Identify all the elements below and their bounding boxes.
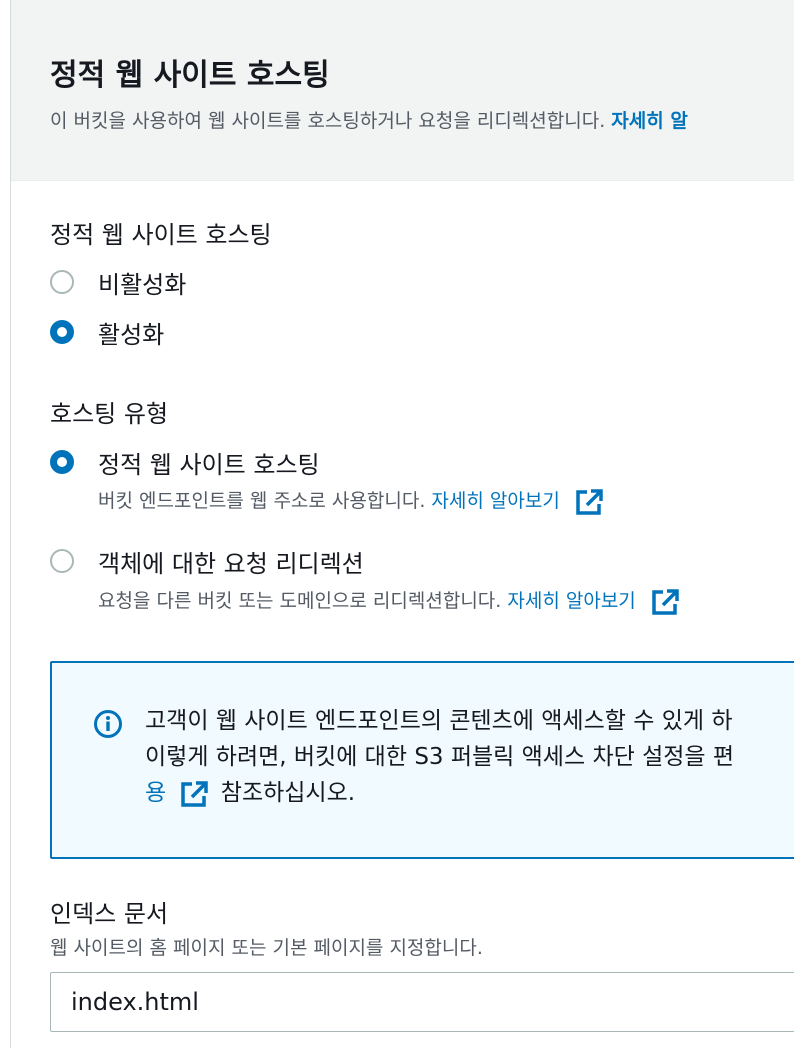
- external-link-icon[interactable]: [179, 780, 209, 808]
- radio-enable-label[interactable]: 활성화: [98, 315, 164, 350]
- index-document-input[interactable]: [50, 972, 794, 1032]
- radio-disable-label[interactable]: 비활성화: [98, 265, 186, 300]
- radio-disable[interactable]: [50, 270, 74, 294]
- radio-redirect-requests-label[interactable]: 객체에 대한 요청 리디렉션: [98, 544, 364, 579]
- header-description: 이 버킷을 사용하여 웹 사이트를 호스팅하거나 요청을 리디렉션합니다. 자세…: [50, 106, 688, 133]
- panel-header: 정적 웹 사이트 호스팅 이 버킷을 사용하여 웹 사이트를 호스팅하거나 요청…: [11, 0, 794, 181]
- static-hosting-description-text: 버킷 엔드포인트를 웹 주소로 사용합니다.: [98, 490, 426, 512]
- external-link-icon[interactable]: [650, 588, 680, 616]
- info-alert-line: 용 참조하십시오.: [145, 775, 794, 811]
- info-alert-line: 이렇게 하려면, 버킷에 대한 S3 퍼블릭 액세스 차단 설정을 편: [145, 744, 735, 770]
- radio-enable[interactable]: [50, 320, 74, 344]
- header-description-text: 이 버킷을 사용하여 웹 사이트를 호스팅하거나 요청을 리디렉션합니다.: [50, 110, 606, 132]
- info-icon: [93, 709, 123, 743]
- external-link-icon[interactable]: [574, 488, 604, 516]
- hosting-type-label: 호스팅 유형: [50, 400, 169, 428]
- info-alert: 고객이 웹 사이트 엔드포인트의 콘텐츠에 액세스할 수 있게 하 이렇게 하려…: [50, 661, 794, 859]
- static-website-hosting-panel: 정적 웹 사이트 호스팅 이 버킷을 사용하여 웹 사이트를 호스팅하거나 요청…: [10, 0, 794, 1048]
- radio-static-hosting[interactable]: [50, 450, 74, 474]
- info-alert-text: 고객이 웹 사이트 엔드포인트의 콘텐츠에 액세스할 수 있게 하 이렇게 하려…: [145, 703, 794, 811]
- hosting-toggle-label: 정적 웹 사이트 호스팅: [50, 221, 272, 249]
- index-document-label: 인덱스 문서: [50, 900, 169, 928]
- info-alert-link[interactable]: 용: [145, 780, 166, 806]
- radio-static-hosting-label[interactable]: 정적 웹 사이트 호스팅: [98, 445, 320, 480]
- info-alert-line-end: 참조하십시오.: [220, 780, 356, 806]
- index-document-description: 웹 사이트의 홈 페이지 또는 기본 페이지를 지정합니다.: [50, 937, 483, 959]
- redirect-requests-description: 요청을 다른 버킷 또는 도메인으로 리디렉션합니다. 자세히 알아보기: [98, 586, 680, 616]
- page-title: 정적 웹 사이트 호스팅: [50, 58, 330, 93]
- radio-redirect-requests[interactable]: [50, 549, 74, 573]
- info-alert-line: 고객이 웹 사이트 엔드포인트의 콘텐츠에 액세스할 수 있게 하: [145, 708, 733, 734]
- learn-more-link[interactable]: 자세히 알: [611, 110, 688, 132]
- redirect-learn-more-link[interactable]: 자세히 알아보기: [507, 590, 635, 612]
- static-hosting-description: 버킷 엔드포인트를 웹 주소로 사용합니다. 자세히 알아보기: [98, 486, 604, 516]
- static-hosting-learn-more-link[interactable]: 자세히 알아보기: [431, 490, 559, 512]
- redirect-requests-description-text: 요청을 다른 버킷 또는 도메인으로 리디렉션합니다.: [98, 590, 502, 612]
